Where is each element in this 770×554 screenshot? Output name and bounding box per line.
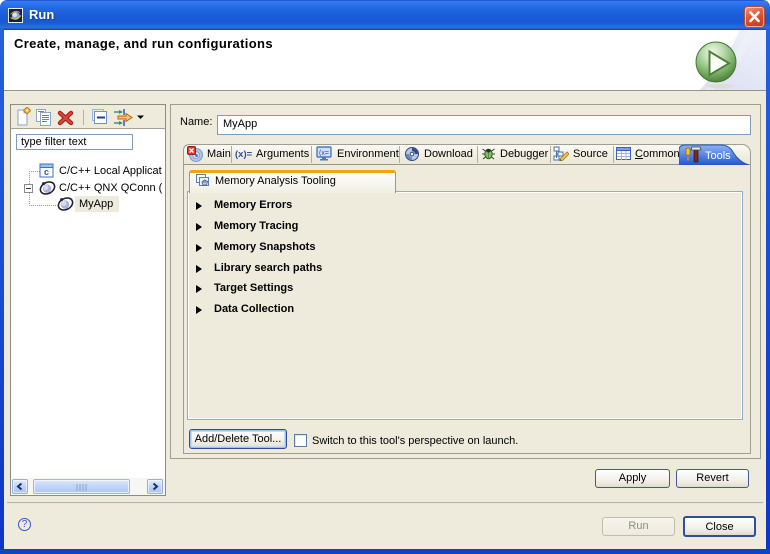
svg-text:c: c [44,167,49,177]
svg-text:Tools: Tools [705,150,731,162]
svg-text:(x=: (x= [319,150,329,157]
svg-text:(x)=: (x)= [235,149,252,160]
